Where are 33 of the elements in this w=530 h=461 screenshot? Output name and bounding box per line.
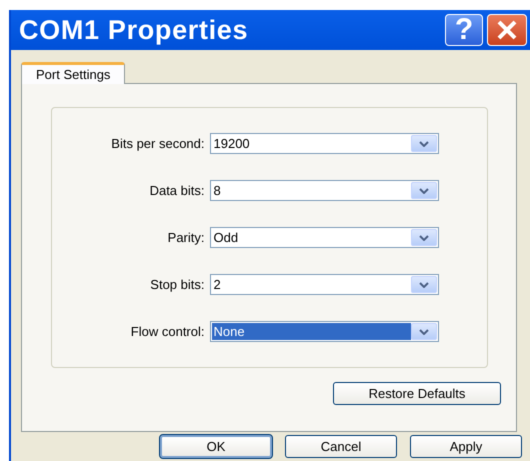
- dialog-button[interactable]: Apply: [410, 435, 522, 458]
- dropdown[interactable]: 8: [210, 180, 438, 201]
- tab[interactable]: Port Settings: [21, 62, 126, 84]
- restore-defaults-button[interactable]: Restore Defaults: [333, 382, 501, 405]
- dropdown[interactable]: None: [210, 321, 438, 342]
- dropdown-arrow-button[interactable]: [410, 182, 436, 199]
- dropdown-arrow-button[interactable]: [410, 323, 436, 340]
- dialog-button[interactable]: OK: [160, 435, 272, 458]
- close-icon: [496, 19, 518, 41]
- field-label: Parity:: [166, 228, 206, 247]
- chevron-icon: [418, 282, 428, 288]
- dialog-button[interactable]: Cancel: [285, 435, 397, 458]
- field-label: Flow control:: [130, 322, 206, 341]
- chevron-icon: [418, 234, 428, 240]
- field-label: Stop bits:: [149, 276, 206, 294]
- field-label: Data bits:: [148, 182, 206, 200]
- dropdown-value: Odd: [212, 229, 240, 246]
- window-title: COM1 Properties: [19, 14, 250, 47]
- dropdown[interactable]: 19200: [210, 133, 438, 154]
- dropdown[interactable]: 2: [210, 274, 438, 295]
- dropdown-value: 8: [212, 182, 222, 199]
- dropdown[interactable]: Odd: [210, 227, 438, 248]
- dropdown-value: None: [212, 323, 410, 340]
- dropdown-arrow-button[interactable]: [410, 229, 436, 246]
- dropdown-value: 19200: [212, 135, 251, 152]
- dropdown-value: 2: [212, 276, 222, 293]
- field-label: Bits per second:: [110, 134, 206, 153]
- chevron-icon: [418, 140, 428, 146]
- close-button[interactable]: [487, 14, 527, 46]
- chevron-icon: [418, 328, 428, 334]
- chevron-icon: [418, 188, 428, 194]
- dropdown-arrow-button[interactable]: [410, 276, 436, 293]
- dropdown-arrow-button[interactable]: [410, 135, 436, 152]
